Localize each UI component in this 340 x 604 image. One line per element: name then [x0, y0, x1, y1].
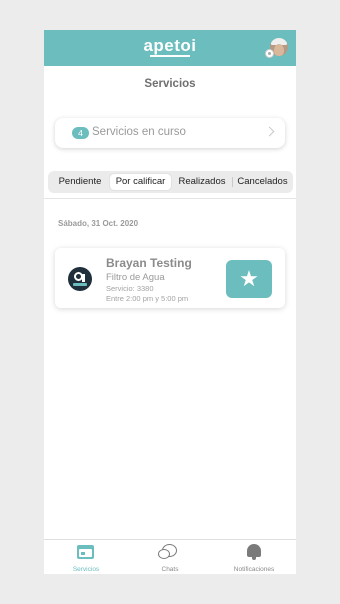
tab-cancelados[interactable]: Cancelados: [234, 174, 291, 190]
app-screen: apetoi Servicios 4 Servicios en curso Pe…: [44, 30, 296, 574]
calendar-icon: [77, 545, 94, 559]
tab-pendiente[interactable]: Pendiente: [53, 174, 107, 190]
service-number: Servicio: 3380: [106, 284, 154, 293]
status-tabs: Pendiente Por calificar Realizados Cance…: [48, 171, 293, 193]
divider: [44, 198, 296, 199]
app-logo: apetoi: [143, 36, 197, 55]
nav-label: Servicios: [72, 566, 100, 573]
page-title: Servicios: [144, 78, 196, 90]
date-header: Sábado, 31 Oct. 2020: [58, 219, 139, 228]
nav-label: Chats: [161, 566, 179, 573]
chevron-right-icon: [264, 126, 275, 137]
tab-realizados[interactable]: Realizados: [174, 174, 230, 190]
logo-underline: [150, 55, 190, 57]
nav-label: Notificaciones: [233, 566, 275, 573]
star-icon: ★: [239, 266, 259, 291]
tab-separator: [232, 177, 233, 187]
tab-por-calificar[interactable]: Por calificar: [110, 174, 171, 190]
provider-name: Brayan Testing: [106, 256, 192, 270]
product-name: Filtro de Agua: [106, 272, 165, 283]
top-bar: apetoi: [44, 30, 296, 66]
services-in-progress-label: Servicios en curso: [92, 126, 186, 138]
rate-button[interactable]: ★: [226, 260, 272, 298]
chat-bubble-small-icon: [158, 549, 170, 559]
nav-servicios[interactable]: Servicios: [44, 543, 128, 573]
avatar-face: [274, 44, 284, 56]
bottom-nav: Servicios Chats Notificaciones: [44, 539, 296, 574]
count-badge: 4: [72, 127, 89, 139]
nav-notificaciones[interactable]: Notificaciones: [212, 543, 296, 573]
service-card[interactable]: Brayan Testing Filtro de Agua Servicio: …: [55, 248, 285, 308]
bell-icon: [247, 544, 261, 560]
services-in-progress-button[interactable]: 4 Servicios en curso: [55, 118, 285, 148]
service-time: Entre 2:00 pm y 5:00 pm: [106, 294, 189, 303]
nav-chats[interactable]: Chats: [128, 543, 212, 573]
avatar-status-icon: [265, 49, 274, 58]
provider-logo-icon: [68, 267, 92, 291]
